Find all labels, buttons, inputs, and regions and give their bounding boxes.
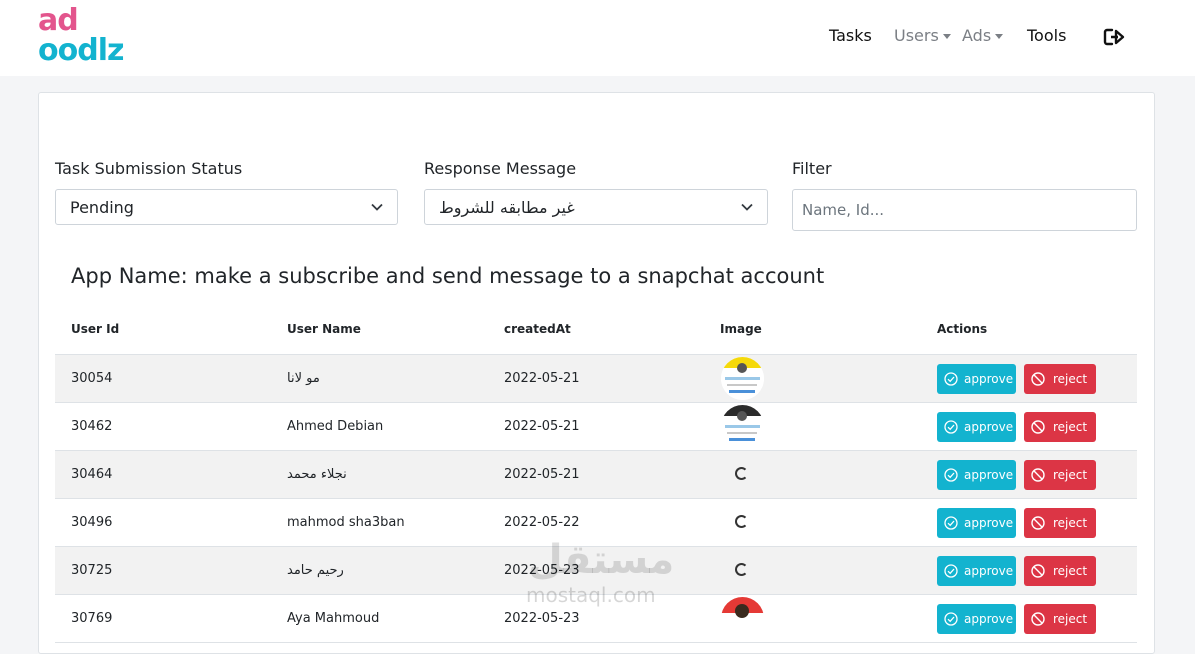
approve-label: approve xyxy=(964,372,1014,386)
approve-button[interactable]: approve xyxy=(937,508,1016,538)
check-circle-icon xyxy=(944,612,958,626)
chevron-down-icon xyxy=(741,203,753,211)
created-at-cell: 2022-05-23 xyxy=(504,563,580,578)
approve-button[interactable]: approve xyxy=(937,460,1016,490)
approve-button[interactable]: approve xyxy=(937,556,1016,586)
check-circle-icon xyxy=(944,468,958,482)
user-name-cell: mahmod sha3ban xyxy=(287,515,405,530)
user-id-cell: 30464 xyxy=(71,467,113,482)
user-id-cell: 30725 xyxy=(71,563,113,578)
logo-line-1: ad xyxy=(38,3,79,38)
approve-label: approve xyxy=(964,564,1014,578)
submission-thumbnail[interactable] xyxy=(721,405,764,448)
user-id-cell: 30462 xyxy=(71,419,113,434)
adoodlz-logo[interactable]: ad oodlz xyxy=(38,6,140,70)
user-name-cell: Ahmed Debian xyxy=(287,419,384,434)
header-created-at: createdAt xyxy=(504,322,571,336)
ban-icon xyxy=(1031,564,1045,578)
ban-icon xyxy=(1031,468,1045,482)
check-circle-icon xyxy=(944,420,958,434)
status-value: Pending xyxy=(70,198,134,217)
header-actions: Actions xyxy=(937,322,988,336)
submissions-table: User Id User Name createdAt Image Action… xyxy=(55,306,1137,643)
user-name-cell: Aya Mahmoud xyxy=(287,611,380,626)
app-name-heading: App Name: make a subscribe and send mess… xyxy=(71,264,825,288)
reject-label: reject xyxy=(1053,468,1088,482)
submission-thumbnail[interactable] xyxy=(721,597,764,640)
approve-label: approve xyxy=(964,516,1014,530)
table-row: 30725 رحيم حامد 2022-05-23 approve reject xyxy=(55,547,1137,595)
reject-button[interactable]: reject xyxy=(1024,508,1096,538)
response-label: Response Message xyxy=(424,159,577,178)
reject-button[interactable]: reject xyxy=(1024,556,1096,586)
ban-icon xyxy=(1031,420,1045,434)
reject-label: reject xyxy=(1053,420,1088,434)
ban-icon xyxy=(1031,372,1045,386)
table-row: 30054 مو لانا 2022-05-21 approve reject xyxy=(55,355,1137,403)
created-at-cell: 2022-05-23 xyxy=(504,611,580,626)
created-at-cell: 2022-05-21 xyxy=(504,419,580,434)
status-label: Task Submission Status xyxy=(55,159,243,178)
nav-users-dropdown[interactable]: Users xyxy=(894,26,951,46)
user-name-cell: نجلاء محمد xyxy=(287,467,347,482)
user-id-cell: 30769 xyxy=(71,611,113,626)
nav-ads-label: Ads xyxy=(962,26,992,45)
reject-label: reject xyxy=(1053,516,1088,530)
chevron-down-icon xyxy=(371,203,383,211)
caret-down-icon xyxy=(942,34,951,39)
check-circle-icon xyxy=(944,372,958,386)
reject-label: reject xyxy=(1053,372,1088,386)
table-row: 30769 Aya Mahmoud 2022-05-23 approve reject xyxy=(55,595,1137,643)
caret-down-icon xyxy=(995,34,1004,39)
logout-icon[interactable] xyxy=(1103,27,1127,47)
reject-label: reject xyxy=(1053,612,1088,626)
user-name-cell: رحيم حامد xyxy=(287,563,344,578)
ban-icon xyxy=(1031,516,1045,530)
nav-users-label: Users xyxy=(894,26,939,45)
created-at-cell: 2022-05-21 xyxy=(504,467,580,482)
approve-button[interactable]: approve xyxy=(937,604,1016,634)
created-at-cell: 2022-05-21 xyxy=(504,371,580,386)
response-select[interactable]: غير مطابقه للشروط xyxy=(424,189,768,225)
loading-spinner-icon xyxy=(735,563,748,576)
submission-thumbnail[interactable] xyxy=(721,357,764,400)
table-header-row: User Id User Name createdAt Image Action… xyxy=(55,306,1137,355)
header-image: Image xyxy=(720,322,762,336)
response-value: غير مطابقه للشروط xyxy=(439,198,575,217)
header-user-id: User Id xyxy=(71,322,120,336)
logo-line-2: oodlz xyxy=(38,33,124,68)
created-at-cell: 2022-05-22 xyxy=(504,515,580,530)
approve-button[interactable]: approve xyxy=(937,412,1016,442)
reject-label: reject xyxy=(1053,564,1088,578)
nav-ads-dropdown[interactable]: Ads xyxy=(962,26,1004,46)
header-user-name: User Name xyxy=(287,322,361,336)
approve-button[interactable]: approve xyxy=(937,364,1016,394)
approve-label: approve xyxy=(964,468,1014,482)
nav-tasks-link[interactable]: Tasks xyxy=(829,26,872,46)
top-navbar: ad oodlz Tasks Users Ads Tools xyxy=(0,0,1195,76)
table-row: 30462 Ahmed Debian 2022-05-21 approve reject xyxy=(55,403,1137,451)
user-name-cell: مو لانا xyxy=(287,371,320,386)
loading-spinner-icon xyxy=(735,515,748,528)
nav-tools-link[interactable]: Tools xyxy=(1027,26,1066,46)
reject-button[interactable]: reject xyxy=(1024,412,1096,442)
reject-button[interactable]: reject xyxy=(1024,460,1096,490)
reject-button[interactable]: reject xyxy=(1024,364,1096,394)
table-row: 30496 mahmod sha3ban 2022-05-22 approve reje… xyxy=(55,499,1137,547)
ban-icon xyxy=(1031,612,1045,626)
status-select[interactable]: Pending xyxy=(55,189,398,225)
check-circle-icon xyxy=(944,516,958,530)
filter-label: Filter xyxy=(792,159,832,178)
check-circle-icon xyxy=(944,564,958,578)
filter-input[interactable] xyxy=(792,189,1137,231)
table-row: 30464 نجلاء محمد 2022-05-21 approve reject xyxy=(55,451,1137,499)
approve-label: approve xyxy=(964,420,1014,434)
reject-button[interactable]: reject xyxy=(1024,604,1096,634)
user-id-cell: 30054 xyxy=(71,371,113,386)
approve-label: approve xyxy=(964,612,1014,626)
user-id-cell: 30496 xyxy=(71,515,113,530)
loading-spinner-icon xyxy=(735,467,748,480)
